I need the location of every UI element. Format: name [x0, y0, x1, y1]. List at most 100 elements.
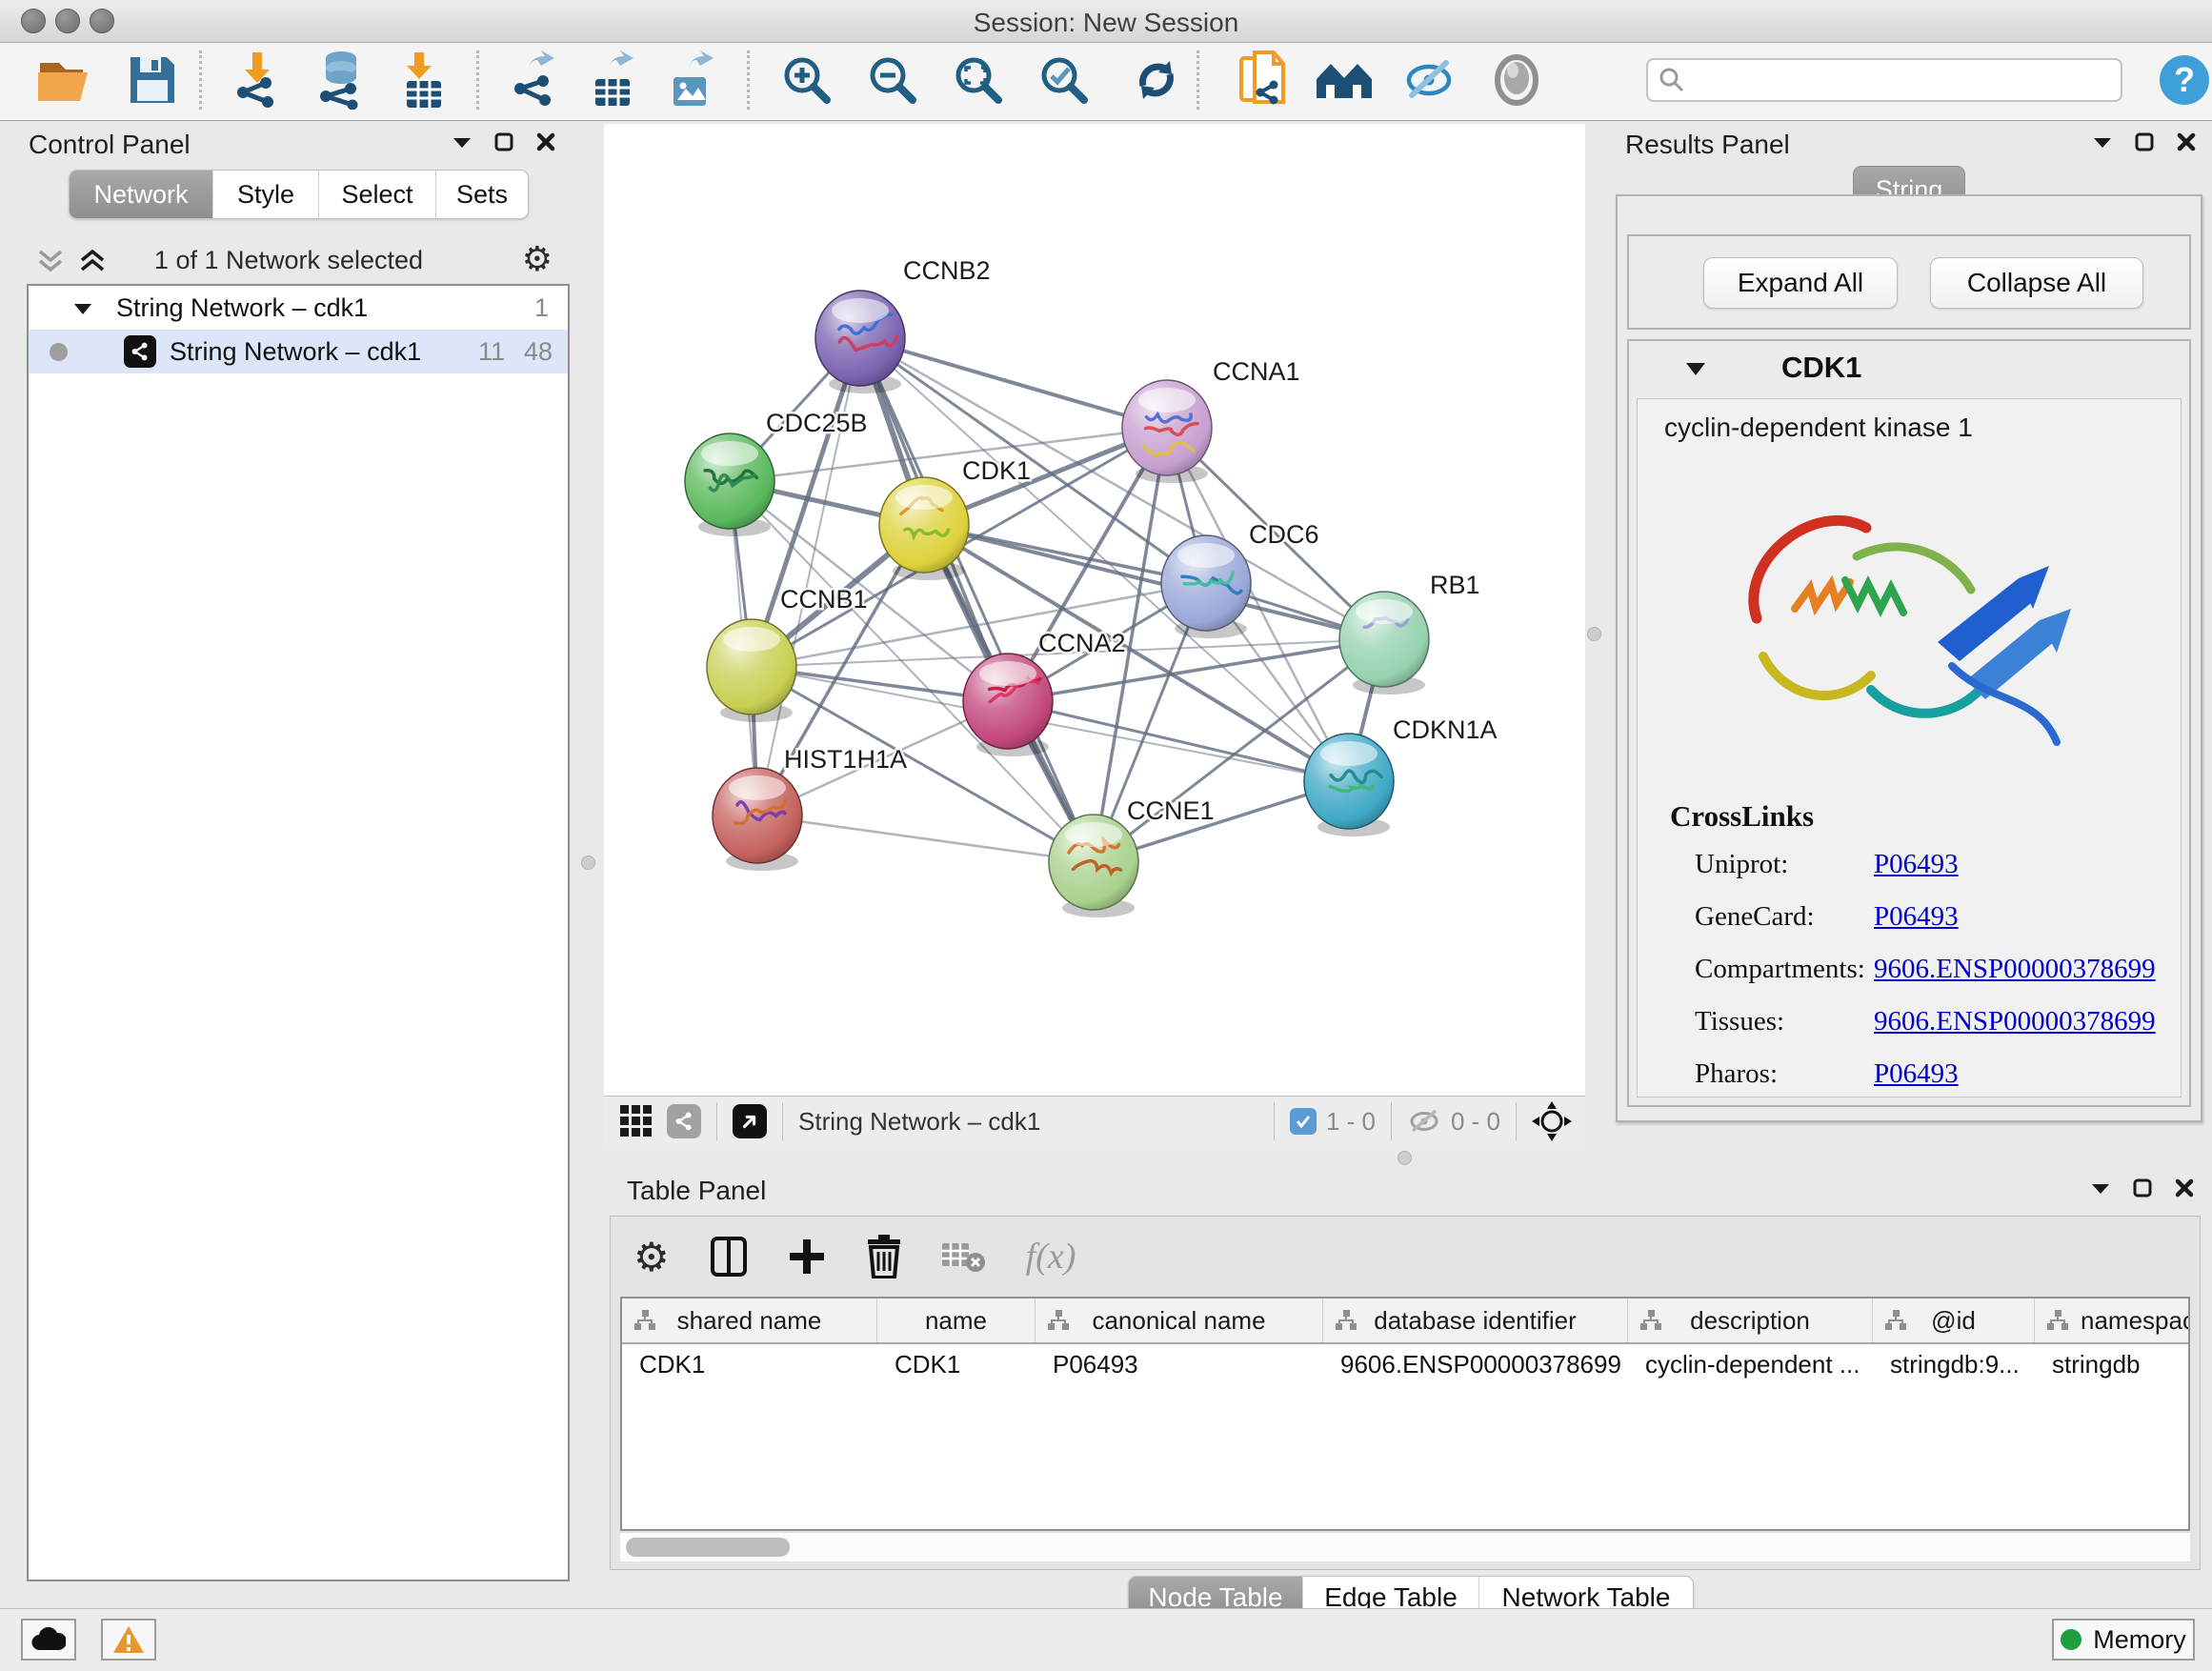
column-header-canonical-name[interactable]: canonical name — [1036, 1299, 1323, 1342]
zoom-fit-icon[interactable] — [947, 49, 1010, 111]
help-icon[interactable]: ? — [2153, 49, 2212, 111]
hierarchy-icon — [1639, 1309, 1662, 1332]
graph-node-RB1[interactable]: RB1 — [1339, 571, 1480, 695]
column-header-description[interactable]: description — [1628, 1299, 1873, 1342]
expand-all-button[interactable]: Expand All — [1703, 257, 1898, 309]
network-graph[interactable]: CCNB2CCNA1CDC25BCDK1CDC6RB1CCNB1CCNA2CDK… — [604, 124, 1585, 1096]
table-horizontal-scrollbar[interactable] — [620, 1532, 2190, 1561]
close-panel-icon[interactable] — [535, 131, 556, 152]
export-network-icon[interactable] — [503, 49, 566, 111]
float-panel-icon[interactable] — [2134, 131, 2155, 152]
search-input[interactable] — [1646, 58, 2122, 102]
tab-style[interactable]: Style — [213, 171, 319, 218]
open-session-icon[interactable] — [34, 49, 97, 111]
graph-node-CCNB1[interactable]: CCNB1 — [707, 585, 868, 722]
network-options-gear-icon[interactable]: ⚙ — [522, 240, 553, 279]
function-builder-icon[interactable]: f(x) — [1026, 1236, 1076, 1278]
show-columns-icon[interactable] — [710, 1236, 748, 1278]
refresh-icon[interactable] — [1125, 49, 1188, 111]
network-edge[interactable] — [1008, 701, 1349, 781]
network-collection-row[interactable]: String Network – cdk1 1 — [29, 286, 568, 330]
import-network-icon[interactable] — [226, 49, 289, 111]
cloud-status-button[interactable] — [21, 1619, 76, 1661]
delete-table-icon[interactable] — [942, 1239, 986, 1274]
network-node-count: 11 — [478, 337, 505, 367]
tab-network[interactable]: Network — [70, 171, 213, 218]
gene-expander-icon[interactable] — [1684, 360, 1707, 377]
tab-select[interactable]: Select — [319, 171, 436, 218]
zoom-selected-icon[interactable] — [1033, 49, 1096, 111]
node-label: CDC6 — [1249, 520, 1319, 549]
open-file-network-icon[interactable] — [1231, 49, 1294, 111]
network-edge[interactable] — [860, 338, 1094, 862]
memory-button[interactable]: Memory — [2052, 1619, 2195, 1661]
create-column-icon[interactable] — [788, 1238, 826, 1276]
node-label: CCNE1 — [1127, 796, 1215, 825]
network-share-view-icon[interactable] — [667, 1104, 701, 1138]
collection-label: String Network – cdk1 — [116, 293, 368, 323]
toolbar-separator — [1274, 1102, 1275, 1140]
import-table-icon[interactable] — [391, 49, 453, 111]
home-icon[interactable] — [1313, 49, 1376, 111]
birdseye-view-icon[interactable] — [733, 1104, 767, 1138]
search-text-input[interactable] — [1686, 65, 2100, 96]
delete-column-icon[interactable] — [866, 1235, 902, 1278]
warnings-button[interactable] — [101, 1619, 156, 1661]
network-list: String Network – cdk1 1 String Network –… — [27, 284, 570, 1581]
table-row[interactable]: CDK1 CDK1 P06493 9606.ENSP00000378699 cy… — [622, 1344, 2188, 1384]
collapse-all-button[interactable]: Collapse All — [1930, 257, 2143, 309]
splitter-handle[interactable] — [581, 856, 595, 870]
graph-node-CDC6[interactable]: CDC6 — [1161, 520, 1319, 638]
hide-unhide-icon[interactable] — [1398, 49, 1460, 111]
graph-node-HIST1H1A[interactable]: HIST1H1A — [713, 745, 907, 871]
panel-menu-icon[interactable] — [2092, 134, 2113, 150]
float-panel-icon[interactable] — [2132, 1178, 2153, 1198]
graph-node-CCNA1[interactable]: CCNA1 — [1122, 357, 1300, 483]
main-toolbar: ? — [0, 43, 2212, 121]
graph-node-CCNB2[interactable]: CCNB2 — [815, 256, 991, 393]
node-label: CDK1 — [962, 456, 1031, 485]
graph-node-CDKN1A[interactable]: CDKN1A — [1304, 715, 1498, 836]
network-edge[interactable] — [757, 815, 1094, 862]
table-options-gear-icon[interactable]: ⚙ — [633, 1234, 670, 1280]
export-image-icon[interactable] — [660, 49, 723, 111]
network-canvas[interactable]: CCNB2CCNA1CDC25BCDK1CDC6RB1CCNB1CCNA2CDK… — [604, 124, 1585, 1096]
crosslink-pharos[interactable]: P06493 — [1874, 1058, 2181, 1090]
hierarchy-icon — [1335, 1309, 1357, 1332]
memory-label: Memory — [2093, 1625, 2186, 1655]
network-row-selected[interactable]: String Network – cdk1 11 48 — [29, 330, 568, 373]
close-panel-icon[interactable] — [2174, 1178, 2195, 1198]
inactive-eye-icon[interactable] — [1485, 49, 1548, 111]
export-table-icon[interactable] — [582, 49, 645, 111]
splitter-handle[interactable] — [1587, 627, 1601, 641]
zoom-out-icon[interactable] — [861, 49, 924, 111]
scrollbar-thumb[interactable] — [626, 1538, 790, 1557]
panel-menu-icon[interactable] — [452, 134, 473, 150]
save-session-icon[interactable] — [121, 49, 184, 111]
network-type-share-icon — [124, 335, 156, 368]
crosslink-compartments[interactable]: 9606.ENSP00000378699 — [1874, 954, 2181, 985]
import-network-from-database-icon[interactable] — [310, 49, 372, 111]
float-panel-icon[interactable] — [493, 131, 514, 152]
network-view-title: String Network – cdk1 — [798, 1107, 1040, 1137]
network-edge[interactable] — [860, 338, 1167, 428]
zoom-in-icon[interactable] — [775, 49, 838, 111]
collection-expander-icon[interactable] — [72, 301, 93, 316]
column-header-database-identifier[interactable]: database identifier — [1323, 1299, 1628, 1342]
selected-count-checkbox-icon[interactable] — [1290, 1108, 1317, 1135]
splitter-handle[interactable] — [1398, 1151, 1412, 1165]
close-panel-icon[interactable] — [2176, 131, 2197, 152]
grid-view-icon[interactable] — [619, 1104, 654, 1138]
column-header-namespace[interactable]: namespace — [2035, 1299, 2188, 1342]
column-header-id[interactable]: @id — [1873, 1299, 2035, 1342]
column-header-shared-name[interactable]: shared name — [622, 1299, 877, 1342]
crosslink-tissues[interactable]: 9606.ENSP00000378699 — [1874, 1006, 2181, 1037]
crosslink-genecard[interactable]: P06493 — [1874, 901, 2181, 933]
panel-menu-icon[interactable] — [2090, 1180, 2111, 1196]
tab-sets[interactable]: Sets — [436, 171, 528, 218]
fit-selected-crosshair-icon[interactable] — [1532, 1101, 1572, 1141]
column-header-name[interactable]: name — [877, 1299, 1036, 1342]
hidden-count-eye-icon[interactable] — [1407, 1107, 1441, 1136]
toolbar-separator — [747, 50, 750, 110]
crosslink-uniprot[interactable]: P06493 — [1874, 849, 2181, 880]
